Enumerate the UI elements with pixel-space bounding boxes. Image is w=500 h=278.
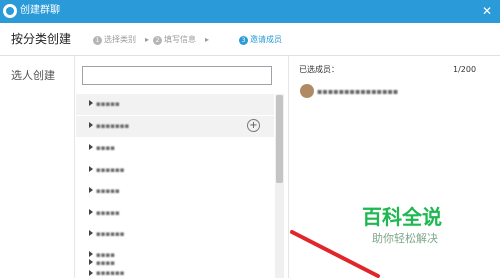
tree-row-label: ▪▪▪▪▪ xyxy=(96,100,120,108)
scrollbar-thumb[interactable] xyxy=(276,95,283,183)
divider xyxy=(74,56,75,278)
expand-arrow-icon[interactable] xyxy=(89,122,93,128)
wizard-step-bar: 按分类创建 1 选择类别 ▸ 2 填写信息 ▸ 3 邀请成员 xyxy=(0,23,500,56)
tree-row-label: ▪▪▪▪ xyxy=(96,144,115,152)
tree-row-label: ▪▪▪▪▪▪ xyxy=(96,269,125,277)
tree-row[interactable]: ▪▪▪▪▪▪ xyxy=(76,224,274,245)
expand-arrow-icon[interactable] xyxy=(89,166,93,172)
expand-arrow-icon[interactable] xyxy=(89,270,93,276)
tree-row-label: ▪▪▪▪▪▪ xyxy=(96,230,125,238)
step-number-badge: 3 xyxy=(239,36,248,45)
step-select-category: 1 选择类别 xyxy=(93,34,136,46)
expand-arrow-icon[interactable] xyxy=(89,187,93,193)
step-label: 选择类别 xyxy=(104,35,136,44)
add-member-button[interactable]: + xyxy=(247,119,260,132)
create-by-category-title: 按分类创建 xyxy=(11,32,72,46)
step-arrow-icon: ▸ xyxy=(205,35,210,44)
step-invite-members: 3 邀请成员 xyxy=(239,34,282,46)
tree-row-label: ▪▪▪▪▪▪ xyxy=(96,166,125,174)
select-people-label: 选人创建 xyxy=(11,69,55,82)
step-fill-info: 2 填写信息 xyxy=(153,34,196,46)
tree-row[interactable]: ▪▪▪▪▪ xyxy=(76,203,274,224)
close-button[interactable]: ✕ xyxy=(478,2,496,20)
tree-row[interactable]: ▪▪▪▪ xyxy=(76,257,274,267)
tree-row[interactable]: ▪▪▪▪▪▪▪ + xyxy=(76,116,274,137)
expand-arrow-icon[interactable] xyxy=(89,259,93,265)
list-scrollbar[interactable] xyxy=(275,94,284,278)
window-titlebar: 创建群聊 ✕ xyxy=(0,0,500,23)
expand-arrow-icon[interactable] xyxy=(89,100,93,106)
step-label: 填写信息 xyxy=(164,35,196,44)
selected-member-item[interactable]: ▪▪▪▪▪▪▪▪▪▪▪▪▪▪▪ xyxy=(298,82,488,102)
tree-row[interactable]: ▪▪▪▪▪ xyxy=(76,94,274,115)
search-input[interactable] xyxy=(82,66,272,85)
window-title: 创建群聊 xyxy=(20,5,60,16)
tree-row[interactable]: ▪▪▪▪ xyxy=(76,138,274,159)
member-name: ▪▪▪▪▪▪▪▪▪▪▪▪▪▪▪ xyxy=(317,87,399,96)
annotation-arrow-icon xyxy=(290,230,380,278)
tree-row[interactable]: ▪▪▪▪▪▪ xyxy=(76,267,274,278)
step-number-badge: 1 xyxy=(93,36,102,45)
selected-count: 1/200 xyxy=(453,65,477,74)
app-logo-icon xyxy=(3,4,17,18)
expand-arrow-icon[interactable] xyxy=(89,230,93,236)
avatar xyxy=(300,84,314,98)
expand-arrow-icon[interactable] xyxy=(89,144,93,150)
tree-row[interactable]: ▪▪▪▪▪▪ xyxy=(76,160,274,181)
step-arrow-icon: ▸ xyxy=(145,35,150,44)
step-label: 邀请成员 xyxy=(250,35,282,44)
watermark-title: 百科全说 xyxy=(362,205,442,229)
step-number-badge: 2 xyxy=(153,36,162,45)
selected-members-label: 已选成员： xyxy=(299,65,339,74)
tree-row-label: ▪▪▪▪▪ xyxy=(96,209,120,217)
expand-arrow-icon[interactable] xyxy=(89,209,93,215)
tree-row-label: ▪▪▪▪▪▪▪ xyxy=(96,122,130,130)
tree-row[interactable]: ▪▪▪▪▪ xyxy=(76,181,274,202)
tree-row-label: ▪▪▪▪▪ xyxy=(96,187,120,195)
